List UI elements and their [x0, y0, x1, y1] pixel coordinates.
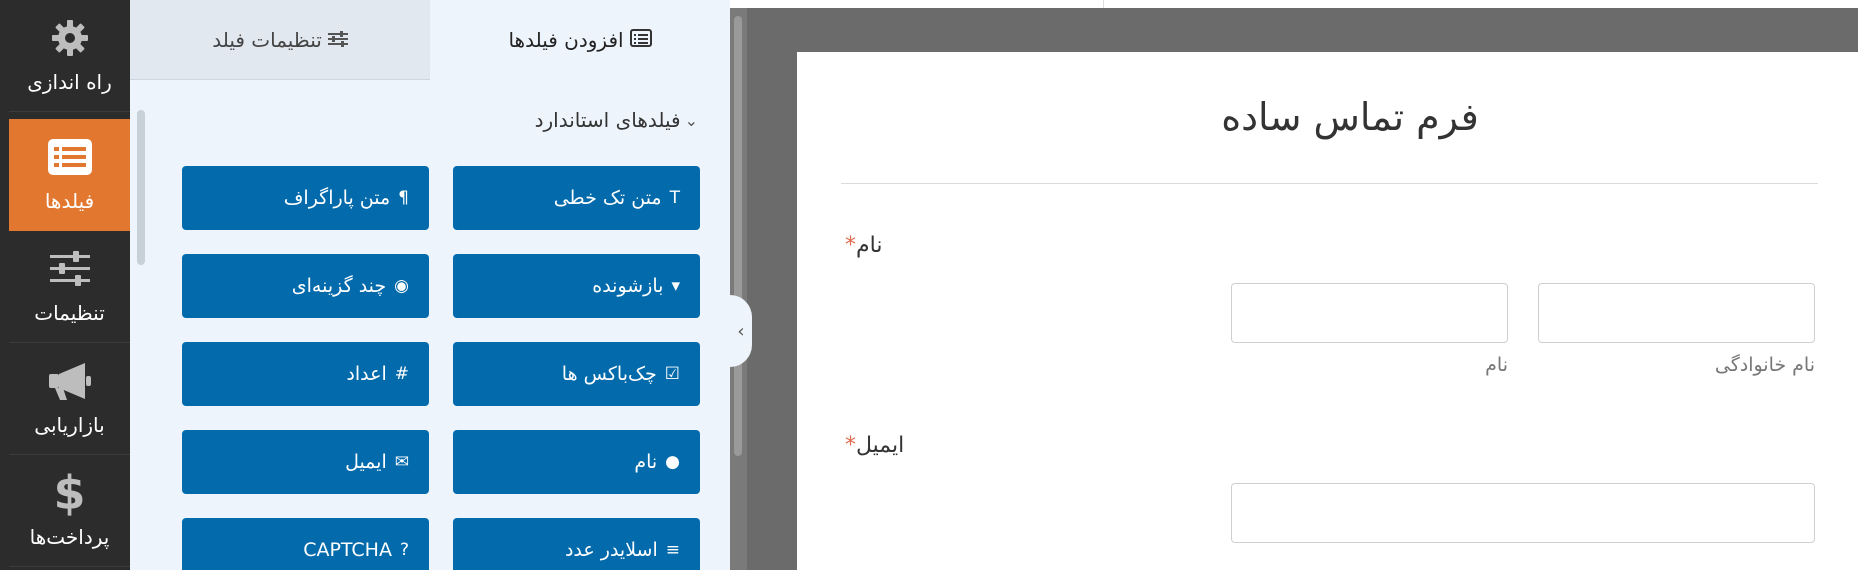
section-standard-fields[interactable]: ⌄ فیلدهای استاندارد	[535, 108, 698, 132]
section-title: فیلدهای استاندارد	[534, 108, 681, 132]
panel-divider-scrollbar[interactable]	[730, 8, 747, 570]
field-button-label: متن تک خطی	[553, 187, 662, 209]
field-button-email[interactable]: ✉ ایمیل	[182, 430, 429, 494]
first-name-sublabel: نام	[1485, 354, 1508, 376]
field-button-captcha[interactable]: ? CAPTCHA	[182, 518, 429, 570]
sidebar-item-payments[interactable]: $ پرداخت‌ها	[9, 455, 130, 567]
field-button-label: چک‌باکس ها	[561, 363, 657, 385]
field-button-multiple-choice[interactable]: ◉ چند گزینه‌ای	[182, 254, 429, 318]
field-button-checkboxes[interactable]: ☑ چک‌باکس ها	[453, 342, 700, 406]
sidebar-item-settings[interactable]: تنظیمات	[9, 231, 130, 343]
fields-panel: تنظیمات فیلد افزودن فیلدها ⌄ فیلدهای است…	[130, 0, 730, 570]
tab-field-settings[interactable]: تنظیمات فیلد	[130, 0, 430, 80]
tab-label: تنظیمات فیلد	[212, 27, 322, 52]
first-name-input[interactable]	[1231, 283, 1508, 343]
dollar-icon: $	[53, 466, 86, 520]
field-button-number-slider[interactable]: ≡ اسلایدر عدد	[453, 518, 700, 570]
list-icon	[629, 28, 652, 52]
label-text: ایمیل	[856, 433, 905, 458]
hash-icon: #	[394, 363, 409, 384]
field-button-label: اعداد	[346, 363, 387, 385]
user-icon: ●	[665, 451, 680, 472]
panel-tabs: تنظیمات فیلد افزودن فیلدها	[130, 0, 730, 80]
field-button-dropdown[interactable]: ▾ بازشونده	[453, 254, 700, 318]
sidebar-item-fields[interactable]: فیلدها	[9, 119, 130, 231]
envelope-icon: ✉	[394, 451, 409, 472]
gear-icon	[9, 14, 130, 62]
collapse-panel-toggle[interactable]: ‹	[730, 295, 752, 367]
sidebar-item-label: پرداخت‌ها	[29, 525, 110, 549]
sidebar-item-label: راه اندازی	[27, 70, 112, 94]
dropdown-icon: ▾	[671, 275, 680, 296]
form-title-divider	[841, 183, 1818, 184]
field-button-label: CAPTCHA	[303, 539, 392, 561]
last-name-sublabel: نام خانوادگی	[1714, 354, 1815, 376]
sidebar-item-setup[interactable]: راه اندازی	[9, 0, 130, 112]
builder-sidebar: راه اندازی فیلدها تنظیمات بازاریابی $ پر…	[0, 0, 130, 570]
fields-list-icon	[9, 133, 130, 181]
required-mark: *	[845, 433, 856, 458]
field-button-label: بازشونده	[592, 275, 664, 297]
slider-icon: ≡	[665, 539, 680, 560]
field-button-paragraph-text[interactable]: ¶ متن پاراگراف	[182, 166, 429, 230]
field-button-label: متن پاراگراف	[283, 187, 391, 209]
required-mark: *	[845, 233, 856, 258]
paragraph-icon: ¶	[398, 187, 409, 208]
top-bar-strip	[747, 0, 1858, 8]
radio-icon: ◉	[394, 275, 409, 296]
sidebar-item-marketing[interactable]: بازاریابی	[9, 343, 130, 455]
field-button-name[interactable]: ● نام	[453, 430, 700, 494]
sliders-icon	[327, 28, 348, 52]
megaphone-icon	[9, 357, 130, 405]
field-button-label: چند گزینه‌ای	[291, 275, 387, 297]
text-icon: T	[669, 187, 680, 208]
chevron-down-icon: ⌄	[684, 110, 698, 130]
form-title[interactable]: فرم تماس ساده	[1200, 95, 1500, 139]
last-name-input[interactable]	[1538, 283, 1815, 343]
email-input[interactable]	[1231, 483, 1815, 543]
field-button-label: اسلایدر عدد	[564, 539, 658, 561]
sliders-icon	[9, 245, 130, 293]
tab-add-fields[interactable]: افزودن فیلدها	[430, 0, 730, 80]
question-circle-icon: ?	[399, 539, 409, 560]
tab-label: افزودن فیلدها	[508, 28, 624, 52]
field-button-single-line-text[interactable]: T متن تک خطی	[453, 166, 700, 230]
name-field-label[interactable]: نام*	[845, 233, 882, 258]
chevron-left-icon: ‹	[737, 320, 745, 342]
field-button-numbers[interactable]: # اعداد	[182, 342, 429, 406]
label-text: نام	[856, 233, 883, 258]
sidebar-item-label: فیلدها	[44, 189, 95, 213]
panel-scrollbar[interactable]	[137, 110, 145, 265]
sidebar-item-label: تنظیمات	[34, 301, 105, 325]
field-button-label: نام	[634, 451, 658, 473]
email-field-label[interactable]: ایمیل*	[845, 433, 904, 458]
sidebar-item-label: بازاریابی	[34, 413, 105, 437]
field-button-label: ایمیل	[345, 451, 387, 473]
checkbox-icon: ☑	[664, 363, 680, 384]
